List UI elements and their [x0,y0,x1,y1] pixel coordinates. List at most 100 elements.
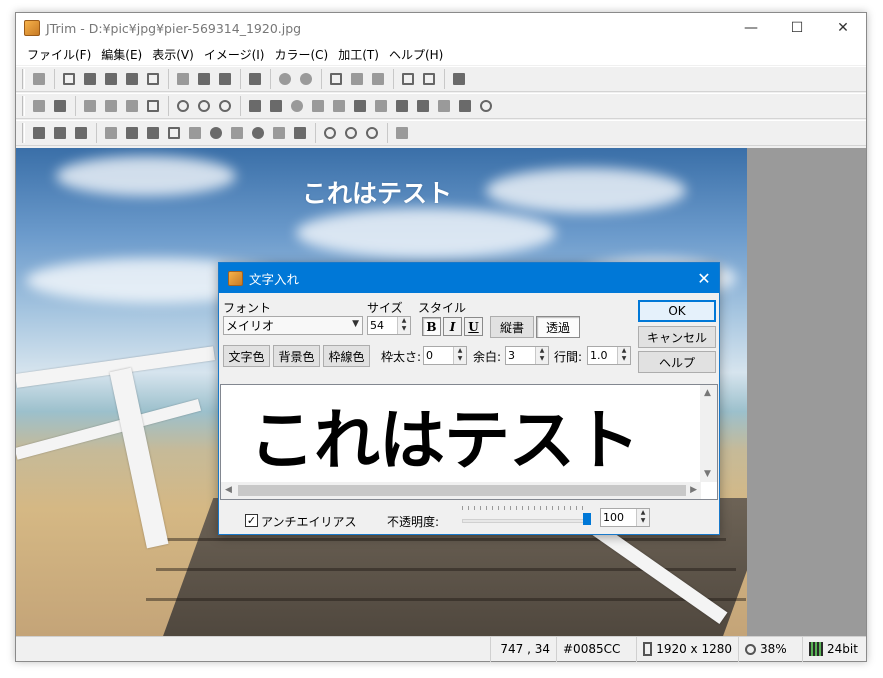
rotate-free-icon[interactable] [215,96,234,116]
opacity-slider-thumb[interactable] [583,513,591,525]
blur-icon[interactable] [248,123,267,143]
tile-icon[interactable] [371,96,390,116]
menu-view[interactable]: 表示(V) [147,46,199,63]
open-folder-icon[interactable] [80,69,99,89]
monitor-icon[interactable] [290,123,309,143]
noise-icon[interactable] [308,96,327,116]
italic-button[interactable]: I [443,317,462,336]
menu-image[interactable]: イメージ(I) [199,46,270,63]
copy-icon[interactable] [173,69,192,89]
spin-arrows-icon[interactable]: ▲ ▼ [617,347,630,364]
antialias-checkbox[interactable]: ✓ [245,514,258,527]
pen-icon[interactable] [434,96,453,116]
eyedropper-icon[interactable] [392,123,411,143]
image-effect-icon[interactable] [164,123,183,143]
redo-icon[interactable] [296,69,315,89]
border-color-button[interactable]: 枠線色 [323,345,370,367]
print-preview-icon[interactable] [143,69,162,89]
help-button[interactable]: ヘルプ [638,351,716,373]
line-spacing-spinner[interactable]: 1.0 ▲ ▼ [587,346,631,365]
toolbar-grip[interactable] [22,96,25,116]
menu-process[interactable]: 加工(T) [333,46,384,63]
wave-icon[interactable] [329,96,348,116]
gradient-corner-icon[interactable] [71,123,90,143]
zoom-in-icon[interactable] [341,123,360,143]
box-effect-icon[interactable] [143,123,162,143]
bg-color-button[interactable]: 背景色 [273,345,320,367]
compare-icon[interactable] [419,69,438,89]
actual-size-icon[interactable] [347,69,366,89]
sparkle-icon[interactable] [101,123,120,143]
frame-icon[interactable] [143,96,162,116]
print-icon[interactable] [122,69,141,89]
flip-vertical-icon[interactable] [101,96,120,116]
size-spinner[interactable]: 54 ▲ ▼ [367,316,411,335]
menu-edit[interactable]: 編集(E) [96,46,147,63]
zoom-menu-icon[interactable] [320,123,339,143]
mirror-icon[interactable] [122,96,141,116]
toolbar-grip[interactable] [22,123,25,143]
text-preview[interactable]: これはテスト ▲ ▼ ◀ ▶ [220,384,718,500]
font-select[interactable]: メイリオ ▼ [223,316,363,335]
close-button[interactable]: ✕ [820,13,866,43]
checker-icon[interactable] [227,123,246,143]
scroll-right-icon[interactable]: ▶ [690,485,697,495]
spin-arrows-icon[interactable]: ▲ ▼ [636,509,649,526]
paste-icon[interactable] [194,69,213,89]
undo-icon[interactable] [275,69,294,89]
new-file-icon[interactable] [59,69,78,89]
color-adjust-icon[interactable] [245,96,264,116]
mosaic-icon[interactable] [350,96,369,116]
dialog-close-icon[interactable]: ✕ [689,263,719,293]
contrast-icon[interactable] [206,123,225,143]
ripple-icon[interactable] [476,96,495,116]
folder-effect-icon[interactable] [122,123,141,143]
menu-help[interactable]: ヘルプ(H) [384,46,448,63]
bold-button[interactable]: B [422,317,441,336]
grid-icon[interactable] [368,69,387,89]
scroll-down-icon[interactable]: ▼ [704,469,711,479]
horizontal-scrollbar[interactable]: ◀ ▶ [221,482,701,499]
emboss-icon[interactable] [413,96,432,116]
new-window-icon[interactable] [29,69,48,89]
scroll-thumb[interactable] [238,485,686,496]
fit-window-icon[interactable] [326,69,345,89]
paste-new-icon[interactable] [215,69,234,89]
rotate-right-icon[interactable] [194,96,213,116]
vertical-scrollbar[interactable]: ▲ ▼ [700,385,717,482]
scroll-up-icon[interactable]: ▲ [704,388,711,398]
flip-horizontal-icon[interactable] [80,96,99,116]
xor-icon[interactable] [269,123,288,143]
capture-icon[interactable] [245,69,264,89]
fill-icon[interactable] [266,96,285,116]
vertical-button[interactable]: 縦書 [490,316,534,338]
gradient-icon[interactable] [29,123,48,143]
toolbar-grip[interactable] [22,69,25,89]
underline-button[interactable]: U [464,317,483,336]
opacity-spinner[interactable]: 100 ▲ ▼ [600,508,650,527]
thumbnail-icon[interactable] [398,69,417,89]
ok-button[interactable]: OK [638,300,716,322]
shadow-icon[interactable] [392,96,411,116]
spin-arrows-icon[interactable]: ▲ ▼ [397,317,410,334]
resize-icon[interactable] [50,96,69,116]
border-width-spinner[interactable]: 0 ▲ ▼ [423,346,467,365]
transparent-button[interactable]: 透過 [536,316,580,338]
menu-color[interactable]: カラー(C) [269,46,333,63]
gradient-diagonal-icon[interactable] [50,123,69,143]
cancel-button[interactable]: キャンセル [638,326,716,348]
opacity-slider-track[interactable] [462,519,588,523]
brightness-icon[interactable] [287,96,306,116]
rotate-left-icon[interactable] [173,96,192,116]
minimize-button[interactable]: — [728,13,774,43]
zoom-out-icon[interactable] [362,123,381,143]
margin-spinner[interactable]: 3 ▲ ▼ [505,346,549,365]
text-color-button[interactable]: 文字色 [223,345,270,367]
maximize-button[interactable]: ☐ [774,13,820,43]
spin-arrows-icon[interactable]: ▲ ▼ [535,347,548,364]
crop-icon[interactable] [29,96,48,116]
scroll-left-icon[interactable]: ◀ [225,485,232,495]
menu-file[interactable]: ファイル(F) [22,46,96,63]
bucket-icon[interactable] [455,96,474,116]
save-icon[interactable] [101,69,120,89]
